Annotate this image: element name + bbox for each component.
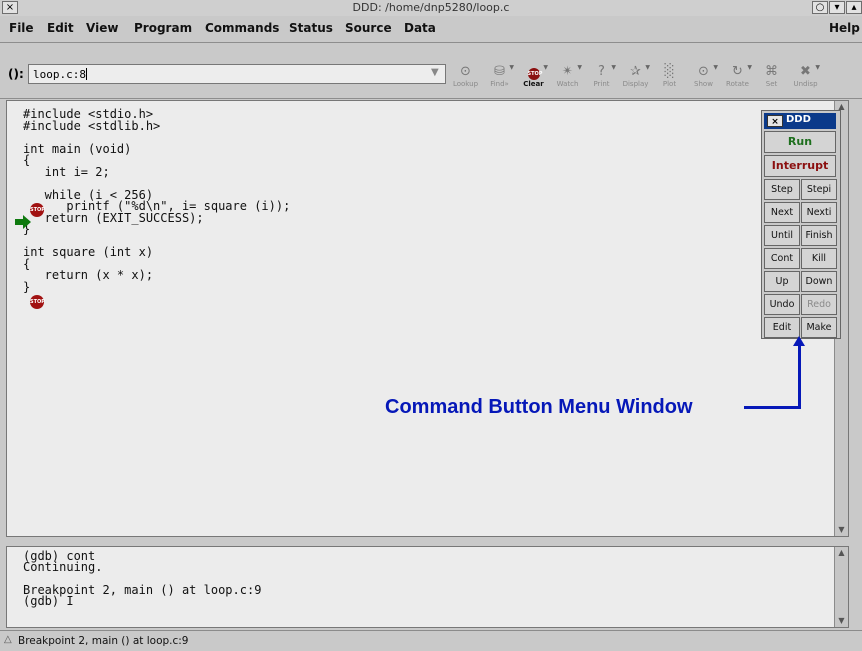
status-bar: △ Breakpoint 2, main () at loop.c:9 <box>0 630 862 651</box>
show-button[interactable]: ⊙ Show ▼ <box>688 45 719 95</box>
execution-arrow-icon[interactable] <box>15 215 31 229</box>
dropdown-icon: ▼ <box>611 64 616 71</box>
menu-program[interactable]: Program <box>134 21 192 35</box>
dropdown-icon: ▼ <box>713 64 718 71</box>
rotate-button[interactable]: ↻ Rotate ▼ <box>722 45 753 95</box>
dropdown-icon: ▼ <box>815 64 820 71</box>
argument-history-icon[interactable]: ▼ <box>431 67 439 78</box>
kill-button[interactable]: Kill <box>801 248 837 269</box>
maximize-icon[interactable]: ▴ <box>846 1 862 14</box>
interrupt-button[interactable]: Interrupt <box>764 155 836 177</box>
toolbar: (): loop.c:8 ▼ ⊙ Lookup ⛁ Find» ▼ STOP C… <box>0 43 862 99</box>
annotation-arrow-icon <box>793 336 805 346</box>
command-button-annotation: Command Button Menu Window <box>385 396 693 418</box>
plot-label: Plot <box>662 80 677 88</box>
status-text: Breakpoint 2, main () at loop.c:9 <box>18 635 189 647</box>
undisp-label: Undisp <box>793 80 818 88</box>
stepi-button[interactable]: Stepi <box>801 179 837 200</box>
stop-sign-icon: STOP <box>527 68 542 80</box>
breakpoint-stop-icon[interactable]: STOP <box>30 203 45 217</box>
lookup-icon: ⊙ <box>460 64 471 79</box>
undisp-button[interactable]: ✖ Undisp ▼ <box>790 45 821 95</box>
argument-value: loop.c:8 <box>33 68 86 81</box>
iconify-icon[interactable]: ○ <box>812 1 828 14</box>
status-history-icon[interactable]: △ <box>4 634 12 645</box>
clear-label: Clear <box>523 80 544 88</box>
undo-button[interactable]: Undo <box>764 294 800 315</box>
command-tool-title: DDD <box>786 114 811 125</box>
menu-data[interactable]: Data <box>404 21 436 35</box>
down-button[interactable]: Down <box>801 271 837 292</box>
argument-field[interactable]: loop.c:8 <box>28 64 446 84</box>
clear-button[interactable]: STOP Clear ▼ <box>518 45 549 95</box>
scroll-down-icon[interactable]: ▼ <box>836 525 847 535</box>
dropdown-icon: ▼ <box>509 64 514 71</box>
scroll-up-icon[interactable]: ▲ <box>836 548 847 558</box>
plot-button[interactable]: ░ Plot <box>654 45 685 95</box>
display-button[interactable]: ✰ Display ▼ <box>620 45 651 95</box>
set-icon: ⌘ <box>765 64 778 79</box>
menu-bar: File Edit View Program Commands Status S… <box>0 16 862 43</box>
print-button[interactable]: ? Print ▼ <box>586 45 617 95</box>
dropdown-icon: ▼ <box>747 64 752 71</box>
cont-button[interactable]: Cont <box>764 248 800 269</box>
command-tool-window: × DDD Run Interrupt Step Stepi Next Next… <box>761 110 841 339</box>
gdb-console[interactable]: (gdb) cont Continuing. Breakpoint 2, mai… <box>6 546 849 628</box>
menu-status[interactable]: Status <box>289 21 333 35</box>
text-cursor-icon: I <box>66 593 74 608</box>
dropdown-icon: ▼ <box>645 64 650 71</box>
display-label: Display <box>622 80 649 88</box>
annotation-line <box>798 343 801 409</box>
lookup-label: Lookup <box>452 80 479 88</box>
next-button[interactable]: Next <box>764 202 800 223</box>
step-button[interactable]: Step <box>764 179 800 200</box>
lookup-button[interactable]: ⊙ Lookup <box>450 45 481 95</box>
breakpoint-stop-icon[interactable]: STOP <box>30 295 45 309</box>
show-label: Show <box>694 80 713 88</box>
up-button[interactable]: Up <box>764 271 800 292</box>
find-label: Find» <box>490 80 509 88</box>
dropdown-icon: ▼ <box>543 64 548 71</box>
nexti-button[interactable]: Nexti <box>801 202 837 223</box>
dropdown-icon: ▼ <box>577 64 582 71</box>
window-titlebar: × DDD: /home/dnp5280/loop.c ○ ▾ ▴ <box>0 0 862 17</box>
source-code[interactable]: #include <stdio.h> #include <stdlib.h> i… <box>23 108 290 293</box>
set-button[interactable]: ⌘ Set <box>756 45 787 95</box>
argument-label: (): <box>8 67 24 81</box>
scroll-down-icon[interactable]: ▼ <box>836 616 847 626</box>
make-button[interactable]: Make <box>801 317 837 338</box>
annotation-line <box>744 406 798 409</box>
print-label: Print <box>593 80 610 88</box>
window-title: DDD: /home/dnp5280/loop.c <box>352 1 510 14</box>
menu-edit[interactable]: Edit <box>47 21 74 35</box>
menu-file[interactable]: File <box>9 21 34 35</box>
run-button[interactable]: Run <box>764 131 836 153</box>
watch-label: Watch <box>556 80 579 88</box>
redo-button[interactable]: Redo <box>801 294 837 315</box>
rotate-label: Rotate <box>726 80 749 88</box>
menu-help[interactable]: Help <box>829 21 860 35</box>
console-scrollbar[interactable]: ▲ ▼ <box>834 547 848 627</box>
find-button[interactable]: ⛁ Find» ▼ <box>484 45 515 95</box>
finish-button[interactable]: Finish <box>801 225 837 246</box>
menu-source[interactable]: Source <box>345 21 392 35</box>
plot-icon: ░ <box>664 64 675 79</box>
command-tool-titlebar[interactable]: × DDD <box>764 113 836 129</box>
edit-button[interactable]: Edit <box>764 317 800 338</box>
menu-view[interactable]: View <box>86 21 118 35</box>
text-caret <box>85 68 87 80</box>
gdb-output: (gdb) cont Continuing. Breakpoint 2, mai… <box>23 549 262 608</box>
until-button[interactable]: Until <box>764 225 800 246</box>
close-icon[interactable]: × <box>767 115 783 127</box>
gdb-console-text[interactable]: (gdb) cont Continuing. Breakpoint 2, mai… <box>23 549 262 608</box>
menu-commands[interactable]: Commands <box>205 21 279 35</box>
source-window[interactable]: #include <stdio.h> #include <stdlib.h> i… <box>6 100 849 537</box>
set-label: Set <box>765 80 778 88</box>
watch-button[interactable]: ✴ Watch ▼ <box>552 45 583 95</box>
shade-icon[interactable]: ▾ <box>829 1 845 14</box>
